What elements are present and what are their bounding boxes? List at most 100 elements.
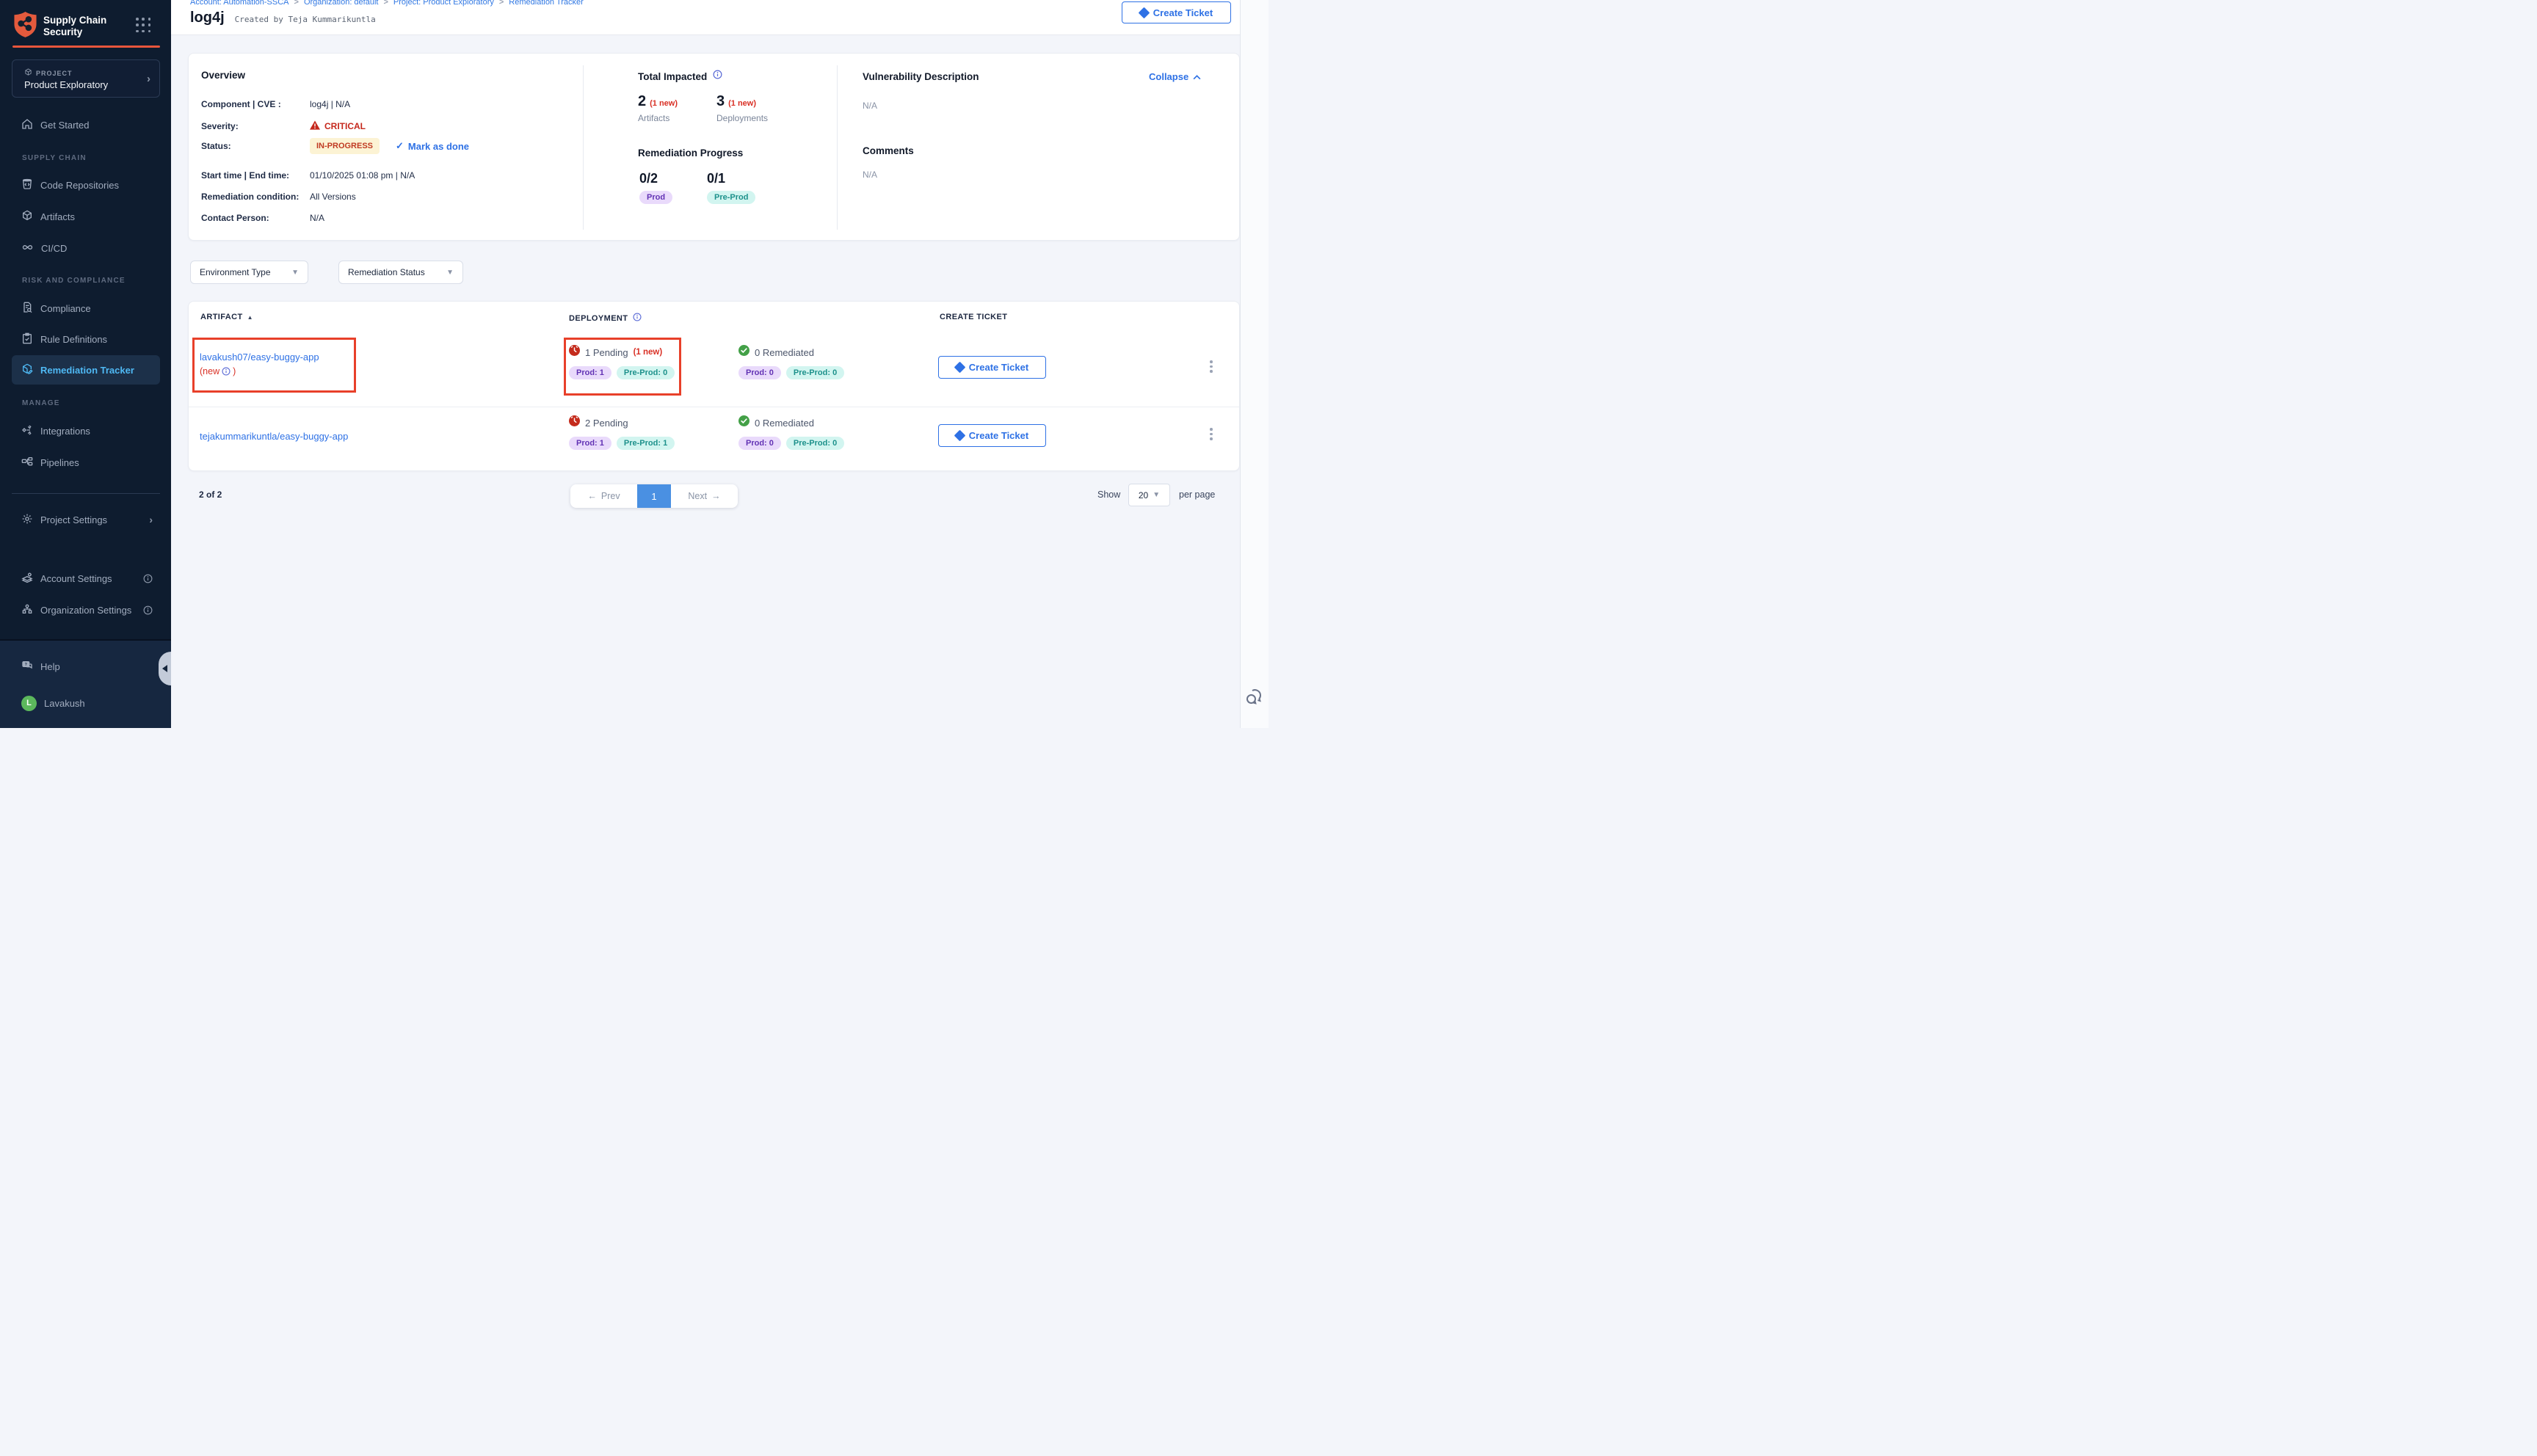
user-name: Lavakush <box>44 698 85 709</box>
project-selector[interactable]: PROJECT Product Exploratory › <box>12 59 160 98</box>
sidebar-item-organization-settings[interactable]: Organization Settings <box>12 599 160 621</box>
sidebar-item-label: Get Started <box>40 120 89 131</box>
gear-icon <box>21 513 33 527</box>
info-icon[interactable] <box>633 313 642 324</box>
layers-gear-icon <box>21 572 33 586</box>
preprod-chip: Pre-Prod <box>707 191 755 204</box>
environment-type-filter[interactable]: Environment Type ▼ <box>190 261 308 284</box>
svg-text:?: ? <box>25 663 27 667</box>
infinity-icon <box>21 241 34 255</box>
row-menu-kebab[interactable] <box>1206 428 1216 440</box>
sidebar-item-remediation-tracker[interactable]: Remediation Tracker <box>12 355 160 385</box>
sidebar-item-get-started[interactable]: Get Started <box>12 114 160 136</box>
sidebar-item-artifacts[interactable]: Artifacts <box>12 205 160 228</box>
info-icon[interactable] <box>713 70 722 83</box>
overview-divider <box>837 65 838 230</box>
preprod-chip: Pre-Prod: 0 <box>786 366 844 379</box>
sidebar-section-manage: MANAGE <box>22 399 60 407</box>
create-ticket-button-top[interactable]: Create Ticket <box>1122 1 1231 23</box>
breadcrumb-project[interactable]: Project: Product Exploratory <box>393 0 494 7</box>
sidebar-item-rule-definitions[interactable]: Rule Definitions <box>12 328 160 350</box>
impacted-artifacts-stat: 2(1 new) Artifacts <box>638 93 678 123</box>
sidebar-item-label: Integrations <box>40 426 90 437</box>
column-header-artifact[interactable]: ARTIFACT▲ <box>200 313 253 321</box>
remediated-chips: Prod: 0 Pre-Prod: 0 <box>738 437 844 450</box>
preprod-chip: Pre-Prod: 1 <box>617 437 675 450</box>
collapse-link[interactable]: Collapse <box>1149 71 1201 82</box>
breadcrumb-organization[interactable]: Organization: default <box>304 0 379 7</box>
topbar: Account: Automation-SSCA > Organization: d… <box>171 0 1240 35</box>
breadcrumb-current[interactable]: Remediation Tracker <box>509 0 584 7</box>
collapse-arrow-icon <box>162 665 167 672</box>
sidebar-collapse-handle[interactable] <box>159 652 171 685</box>
sidebar-item-code-repositories[interactable]: Code Repositories <box>12 174 160 196</box>
breadcrumb-separator: > <box>383 0 388 7</box>
remediation-progress-title: Remediation Progress <box>638 148 743 159</box>
prod-chip: Prod: 0 <box>738 437 781 450</box>
prev-page-button[interactable]: ← Prev <box>570 484 637 508</box>
sidebar-item-integrations[interactable]: Integrations <box>12 420 160 442</box>
column-header-create-ticket: CREATE TICKET <box>940 313 1007 321</box>
overview-row-condition: Remediation condition: All Versions <box>201 192 356 202</box>
sidebar-item-label: CI/CD <box>41 243 67 254</box>
row-menu-kebab[interactable] <box>1206 360 1216 373</box>
brand-name: Supply ChainSecurity <box>43 15 106 38</box>
sidebar-item-account-settings[interactable]: Account Settings <box>12 567 160 589</box>
overview-row-severity: Severity: CRITICAL <box>201 120 366 132</box>
per-page-select[interactable]: 20 ▼ <box>1128 484 1170 506</box>
box-edit-icon <box>21 363 33 377</box>
breadcrumb-separator: > <box>294 0 299 7</box>
sidebar-item-label: Account Settings <box>40 573 112 584</box>
current-page[interactable]: 1 <box>637 484 671 508</box>
sidebar-item-compliance[interactable]: Compliance <box>12 297 160 319</box>
remediation-status-filter[interactable]: Remediation Status ▼ <box>338 261 463 284</box>
sidebar-item-cicd[interactable]: CI/CD <box>12 237 160 259</box>
page-subtitle: Created by Teja Kummarikuntla <box>235 15 376 24</box>
project-name: Product Exploratory <box>24 79 108 90</box>
warning-triangle-icon <box>310 120 320 132</box>
sidebar-bottom-panel: ? Help L Lavakush <box>0 639 171 728</box>
chevron-down-icon: ▼ <box>446 269 454 277</box>
app-grid-icon[interactable] <box>136 18 152 34</box>
progress-preprod: 0/1 Pre-Prod <box>707 171 755 204</box>
pending-icon <box>569 415 580 430</box>
button-label: Create Ticket <box>1153 7 1213 18</box>
chevron-right-icon: › <box>149 514 153 525</box>
comments-value: N/A <box>863 170 877 180</box>
next-page-button[interactable]: Next → <box>671 484 738 508</box>
pending-chips: Prod: 1 Pre-Prod: 1 <box>569 437 675 450</box>
clipboard-check-icon <box>21 332 33 346</box>
artifact-link[interactable]: tejakummarikuntla/easy-buggy-app <box>200 431 348 442</box>
prod-chip: Prod: 1 <box>569 437 611 450</box>
create-ticket-button-row[interactable]: Create Ticket <box>938 424 1046 447</box>
sidebar-section-risk-compliance: RISK AND COMPLIANCE <box>22 277 126 285</box>
sidebar-item-label: Code Repositories <box>40 180 119 191</box>
mark-as-done-link[interactable]: ✓ Mark as done <box>396 140 469 152</box>
create-ticket-button-row[interactable]: Create Ticket <box>938 356 1046 379</box>
home-icon <box>21 118 33 132</box>
sidebar-item-label: Organization Settings <box>40 605 131 616</box>
overview-title: Overview <box>201 70 245 81</box>
overview-row-component: Component | CVE : log4j | N/A <box>201 99 350 109</box>
sidebar-user[interactable]: L Lavakush <box>12 692 160 714</box>
sidebar-item-label: Help <box>40 661 60 672</box>
breadcrumb: Account: Automation-SSCA > Organization: d… <box>190 0 584 7</box>
sidebar-divider <box>12 493 160 494</box>
breadcrumb-account[interactable]: Account: Automation-SSCA <box>190 0 289 7</box>
right-gutter <box>1240 0 1268 728</box>
severity-value: CRITICAL <box>324 121 366 131</box>
shield-logo-icon <box>13 11 37 42</box>
check-circle-icon <box>738 345 750 360</box>
chat-support-icon[interactable] <box>1245 687 1264 710</box>
sidebar-item-help[interactable]: ? Help <box>12 655 160 677</box>
sidebar-item-project-settings[interactable]: Project Settings › <box>12 509 160 531</box>
overview-card: Overview Component | CVE : log4j | N/A S… <box>188 53 1240 241</box>
comments-title: Comments <box>863 145 914 156</box>
pending-cell: 2 Pending <box>569 415 628 430</box>
avatar: L <box>21 696 37 711</box>
sort-asc-icon: ▲ <box>247 314 253 321</box>
sidebar-item-pipelines[interactable]: Pipelines <box>12 451 160 473</box>
artifact-link-cell: tejakummarikuntla/easy-buggy-app <box>200 431 348 442</box>
chevron-down-icon: ▼ <box>291 269 299 277</box>
vulnerability-description-title: Vulnerability Description <box>863 71 979 82</box>
